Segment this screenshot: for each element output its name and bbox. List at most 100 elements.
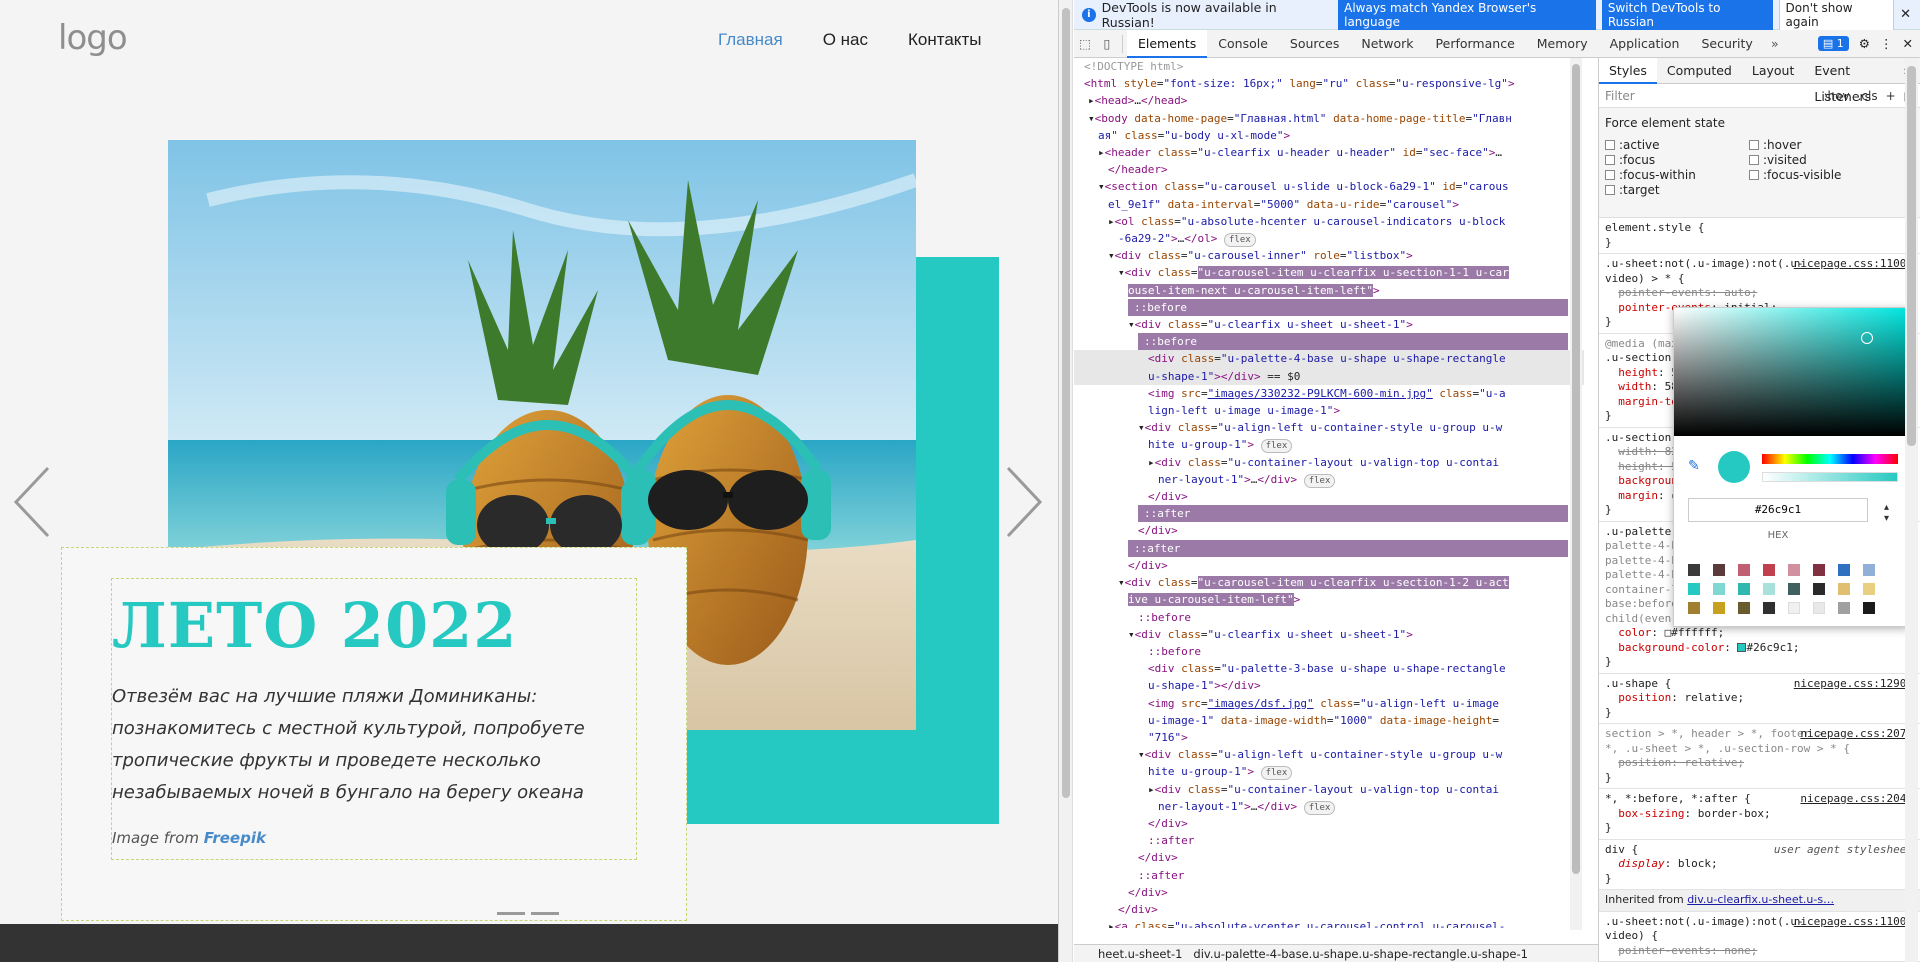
match-language-button[interactable]: Always match Yandex Browser's language: [1338, 0, 1596, 33]
palette-swatch[interactable]: [1688, 602, 1700, 614]
dom-line[interactable]: ▸<ol class="u-absolute-hcenter u-carouse…: [1074, 213, 1584, 230]
state-focus-visible-checkbox[interactable]: :focus-visible: [1749, 168, 1841, 182]
palette-swatch[interactable]: [1763, 602, 1775, 614]
carousel-prev-icon[interactable]: [12, 466, 52, 538]
tab-sources[interactable]: Sources: [1279, 30, 1350, 58]
palette-swatch[interactable]: [1763, 564, 1775, 576]
dom-line[interactable]: ▾<div class="u-align-left u-container-st…: [1074, 419, 1584, 436]
palette-swatch[interactable]: [1713, 602, 1725, 614]
palette-swatch[interactable]: [1688, 583, 1700, 595]
dom-line[interactable]: ::before: [1074, 609, 1584, 626]
tab-network[interactable]: Network: [1350, 30, 1424, 58]
css-rule[interactable]: .u-shape {nicepage.css:12902 position: r…: [1599, 674, 1920, 724]
dom-line[interactable]: ner-layout-1">…</div> flex: [1074, 798, 1584, 815]
dom-line[interactable]: </div>: [1074, 522, 1584, 539]
gear-icon[interactable]: ⚙: [1859, 36, 1870, 51]
carousel-next-icon[interactable]: [1004, 466, 1044, 538]
dom-line[interactable]: ::before: [1138, 333, 1568, 351]
device-toggle-icon[interactable]: ▯: [1096, 36, 1118, 51]
dom-line[interactable]: u-image-1" data-image-width="1000" data-…: [1074, 712, 1584, 729]
palette-swatch[interactable]: [1813, 602, 1825, 614]
format-toggle-icon[interactable]: ▴ ▾: [1884, 502, 1889, 524]
dom-line[interactable]: </div>: [1074, 488, 1584, 505]
saturation-value-area[interactable]: [1674, 308, 1908, 436]
styles-scrollbar[interactable]: [1905, 58, 1918, 962]
carousel-indicator[interactable]: [497, 912, 525, 915]
dom-line[interactable]: </header>: [1074, 161, 1584, 178]
dom-line[interactable]: ▸<div class="u-container-layout u-valign…: [1074, 454, 1584, 471]
dom-line[interactable]: hite u-group-1"> flex: [1074, 763, 1584, 781]
dom-line[interactable]: el_9e1f" data-interval="5000" data-u-rid…: [1074, 196, 1584, 213]
tab-elements[interactable]: Elements: [1127, 29, 1208, 58]
palette-swatch[interactable]: [1738, 583, 1750, 595]
breadcrumb-item-selected[interactable]: div.u-palette-4-base.u-shape.u-shape-rec…: [1193, 947, 1528, 961]
css-rule[interactable]: .u-sheet:not(.u-image):not(.u-nicepage.c…: [1599, 912, 1920, 962]
tab-application[interactable]: Application: [1599, 30, 1691, 58]
palette-swatch[interactable]: [1738, 564, 1750, 576]
alpha-slider[interactable]: [1762, 472, 1898, 482]
tab-console[interactable]: Console: [1207, 30, 1279, 58]
dom-line[interactable]: ▾<div class="u-align-left u-container-st…: [1074, 746, 1584, 763]
dom-line[interactable]: ▸<header class="u-clearfix u-header u-he…: [1074, 144, 1584, 161]
dom-line-selected[interactable]: <div class="u-palette-4-base u-shape u-s…: [1074, 350, 1584, 368]
add-rule-icon[interactable]: +: [1886, 89, 1896, 103]
state-hover-checkbox[interactable]: :hover: [1749, 138, 1801, 152]
issues-badge[interactable]: ▤ 1: [1817, 36, 1849, 51]
dom-line[interactable]: ive u-carousel-item-left">: [1074, 591, 1584, 608]
state-visited-checkbox[interactable]: :visited: [1749, 153, 1807, 167]
filter-input[interactable]: Filter: [1605, 89, 1635, 103]
dom-line[interactable]: ::after: [1074, 832, 1584, 849]
dom-line[interactable]: ::before: [1074, 643, 1584, 660]
dom-line[interactable]: <img src="images/330232-P9LKCM-600-min.j…: [1074, 385, 1584, 402]
palette-swatch[interactable]: [1838, 602, 1850, 614]
dom-line[interactable]: lign-left u-image u-image-1">: [1074, 402, 1584, 419]
dom-line[interactable]: <html style="font-size: 16px;" lang="ru"…: [1074, 75, 1584, 92]
close-icon[interactable]: ✕: [1900, 7, 1911, 22]
palette-swatch[interactable]: [1838, 564, 1850, 576]
dom-line[interactable]: ::after: [1074, 867, 1584, 884]
dom-line[interactable]: ▾<div class="u-carousel-item u-clearfix …: [1074, 574, 1584, 591]
subtab-event-listeners[interactable]: Event Listeners: [1804, 58, 1893, 104]
palette-swatch[interactable]: [1788, 564, 1800, 576]
nav-contacts[interactable]: Контакты: [908, 30, 981, 50]
color-cursor[interactable]: [1861, 332, 1873, 344]
kebab-menu-icon[interactable]: ⋮: [1880, 36, 1893, 51]
page-scrollbar[interactable]: [1059, 0, 1073, 962]
state-focus-within-checkbox[interactable]: :focus-within: [1605, 168, 1696, 182]
state-target-checkbox[interactable]: :target: [1605, 183, 1660, 197]
palette-swatch[interactable]: [1863, 583, 1875, 595]
dom-line[interactable]: <!DOCTYPE html>: [1074, 58, 1584, 75]
dom-line[interactable]: ▾<div class="u-clearfix u-sheet u-sheet-…: [1074, 316, 1584, 333]
css-rule[interactable]: div {user agent stylesheet display: bloc…: [1599, 840, 1920, 890]
nav-home[interactable]: Главная: [718, 30, 783, 50]
palette-swatch[interactable]: [1813, 564, 1825, 576]
dom-line[interactable]: hite u-group-1"> flex: [1074, 436, 1584, 454]
carousel-indicator[interactable]: [531, 912, 559, 915]
hue-slider[interactable]: [1762, 454, 1898, 464]
palette-swatch[interactable]: [1788, 583, 1800, 595]
palette-swatch[interactable]: [1713, 583, 1725, 595]
dom-line[interactable]: <img src="images/dsf.jpg" class="u-align…: [1074, 695, 1584, 712]
subtab-computed[interactable]: Computed: [1657, 58, 1742, 84]
dom-line[interactable]: -6a29-2">…</ol> flex: [1074, 230, 1584, 248]
eyedropper-icon[interactable]: ✎: [1688, 458, 1700, 474]
nav-about[interactable]: О нас: [823, 30, 868, 50]
more-tabs-icon[interactable]: »: [1764, 36, 1786, 51]
palette-swatch[interactable]: [1688, 564, 1700, 576]
rule-element-style[interactable]: element.style {}: [1599, 218, 1920, 254]
tab-performance[interactable]: Performance: [1425, 30, 1526, 58]
dom-line-selected[interactable]: u-shape-1"></div> == $0: [1074, 367, 1584, 385]
dont-show-button[interactable]: Don't show again: [1778, 0, 1895, 34]
palette-swatch[interactable]: [1738, 602, 1750, 614]
dom-line[interactable]: <div class="u-palette-3-base u-shape u-s…: [1074, 660, 1584, 677]
palette-swatch[interactable]: [1838, 583, 1850, 595]
dom-line[interactable]: ousel-item-next u-carousel-item-left">: [1074, 282, 1584, 299]
dom-line[interactable]: ▾<div class="u-carousel-inner" role="lis…: [1074, 247, 1584, 264]
dom-line[interactable]: ::before: [1128, 298, 1568, 317]
dom-line[interactable]: ::after: [1128, 539, 1568, 557]
dom-line[interactable]: ▸<a class="u-absolute-vcenter u-carousel…: [1074, 918, 1584, 928]
tab-security[interactable]: Security: [1690, 30, 1763, 58]
css-rule[interactable]: *, *:before, *:after {nicepage.css:2048 …: [1599, 789, 1920, 840]
freepik-link[interactable]: Freepik: [204, 829, 266, 847]
subtab-styles[interactable]: Styles: [1599, 58, 1657, 84]
